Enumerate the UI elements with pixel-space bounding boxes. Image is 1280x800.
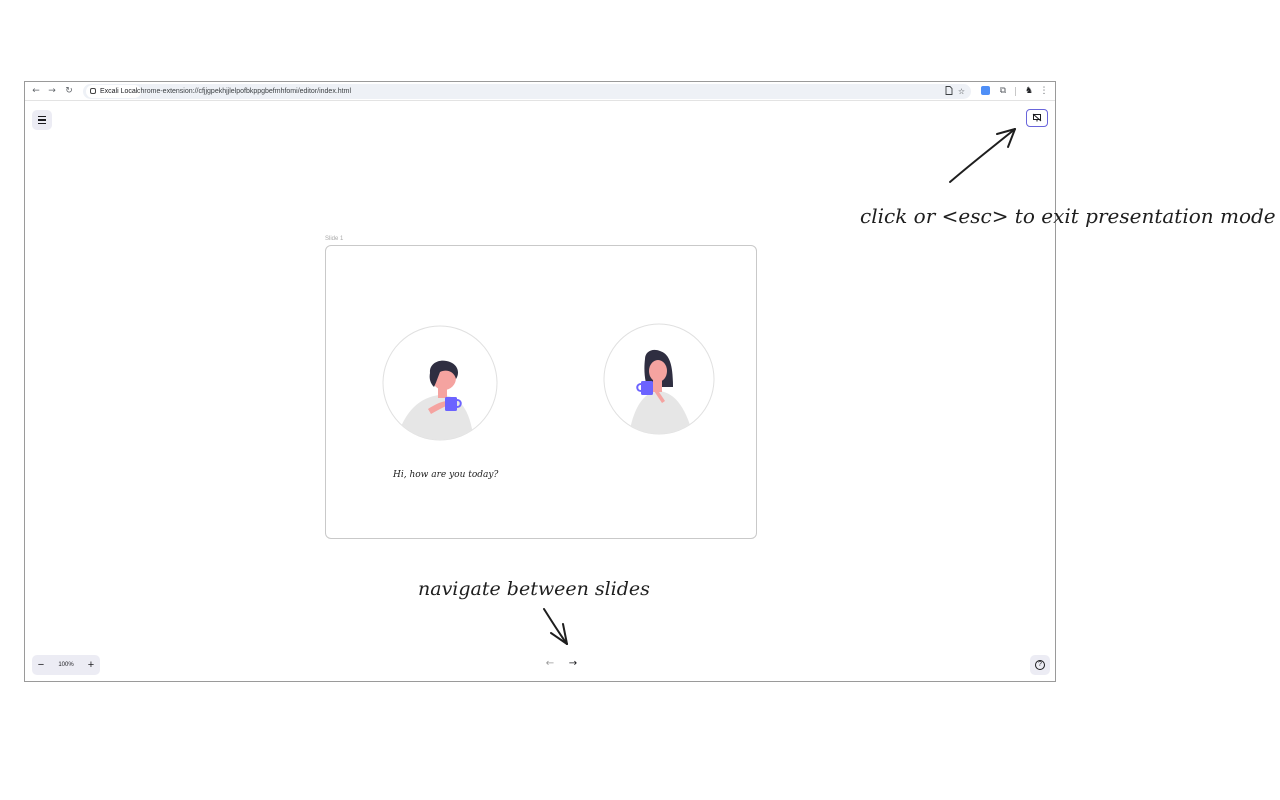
nav-hint-annotation: navigate between slides bbox=[418, 578, 650, 600]
screenshot-stage: ← → ↻ Excali Local chrome-extension://cf… bbox=[0, 0, 1280, 800]
exit-hint-arrow bbox=[949, 128, 1016, 183]
annotation-arrows bbox=[543, 128, 1016, 645]
nav-hint-arrow bbox=[543, 608, 568, 645]
exit-hint-annotation: click or <esc> to exit presentation mode bbox=[860, 204, 1276, 228]
